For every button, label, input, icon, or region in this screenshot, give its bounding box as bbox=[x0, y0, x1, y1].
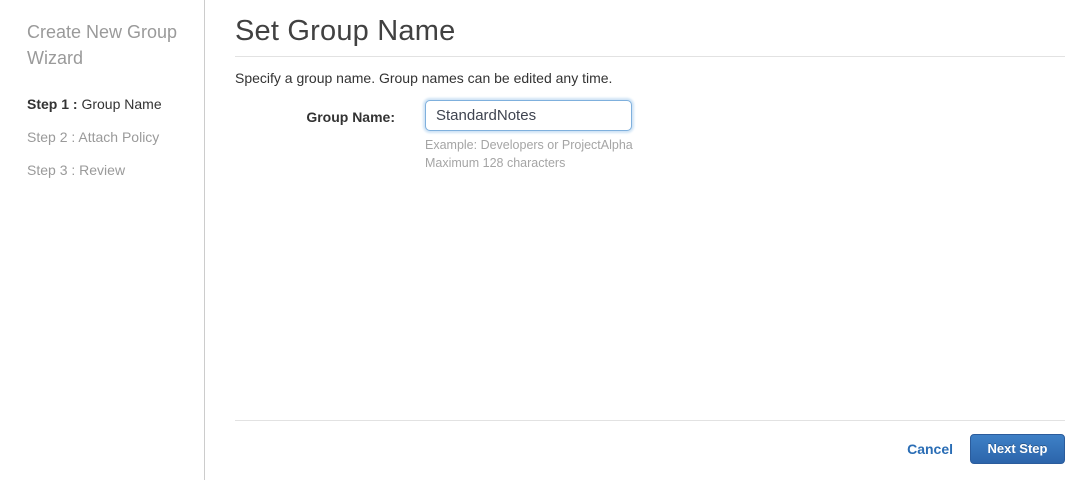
group-name-form-row: Group Name: Example: Developers or Proje… bbox=[235, 100, 1065, 172]
sidebar-step-group-name[interactable]: Step 1 : Group Name bbox=[27, 97, 194, 111]
sidebar-step-review[interactable]: Step 3 : Review bbox=[27, 163, 194, 177]
step-label: Review bbox=[75, 162, 126, 178]
page-description: Specify a group name. Group names can be… bbox=[235, 70, 613, 86]
step-number: Step 2 : bbox=[27, 129, 76, 145]
step-label: Attach Policy bbox=[75, 129, 160, 145]
group-name-label: Group Name: bbox=[306, 109, 395, 125]
group-name-input[interactable] bbox=[425, 100, 632, 131]
create-group-wizard-window: Create New Group Wizard Step 1 : Group N… bbox=[0, 0, 1073, 480]
group-name-input-column: Example: Developers or ProjectAlpha Maxi… bbox=[425, 100, 633, 172]
step-number: Step 3 : bbox=[27, 162, 76, 178]
group-name-example-hint: Example: Developers or ProjectAlpha bbox=[425, 138, 633, 152]
wizard-title: Create New Group Wizard bbox=[27, 22, 178, 68]
next-step-button[interactable]: Next Step bbox=[970, 433, 1065, 464]
title-divider bbox=[235, 56, 1065, 57]
wizard-footer: Cancel Next Step bbox=[235, 421, 1065, 480]
step-number: Step 1 : bbox=[27, 96, 78, 112]
sidebar-step-attach-policy[interactable]: Step 2 : Attach Policy bbox=[27, 130, 194, 144]
group-name-max-length-hint: Maximum 128 characters bbox=[425, 156, 566, 170]
main-content: Set Group Name Specify a group name. Gro… bbox=[205, 0, 1073, 480]
wizard-sidebar: Create New Group Wizard Step 1 : Group N… bbox=[0, 0, 205, 480]
page-title: Set Group Name bbox=[235, 15, 456, 47]
cancel-button[interactable]: Cancel bbox=[907, 441, 953, 457]
step-label: Group Name bbox=[77, 96, 162, 112]
